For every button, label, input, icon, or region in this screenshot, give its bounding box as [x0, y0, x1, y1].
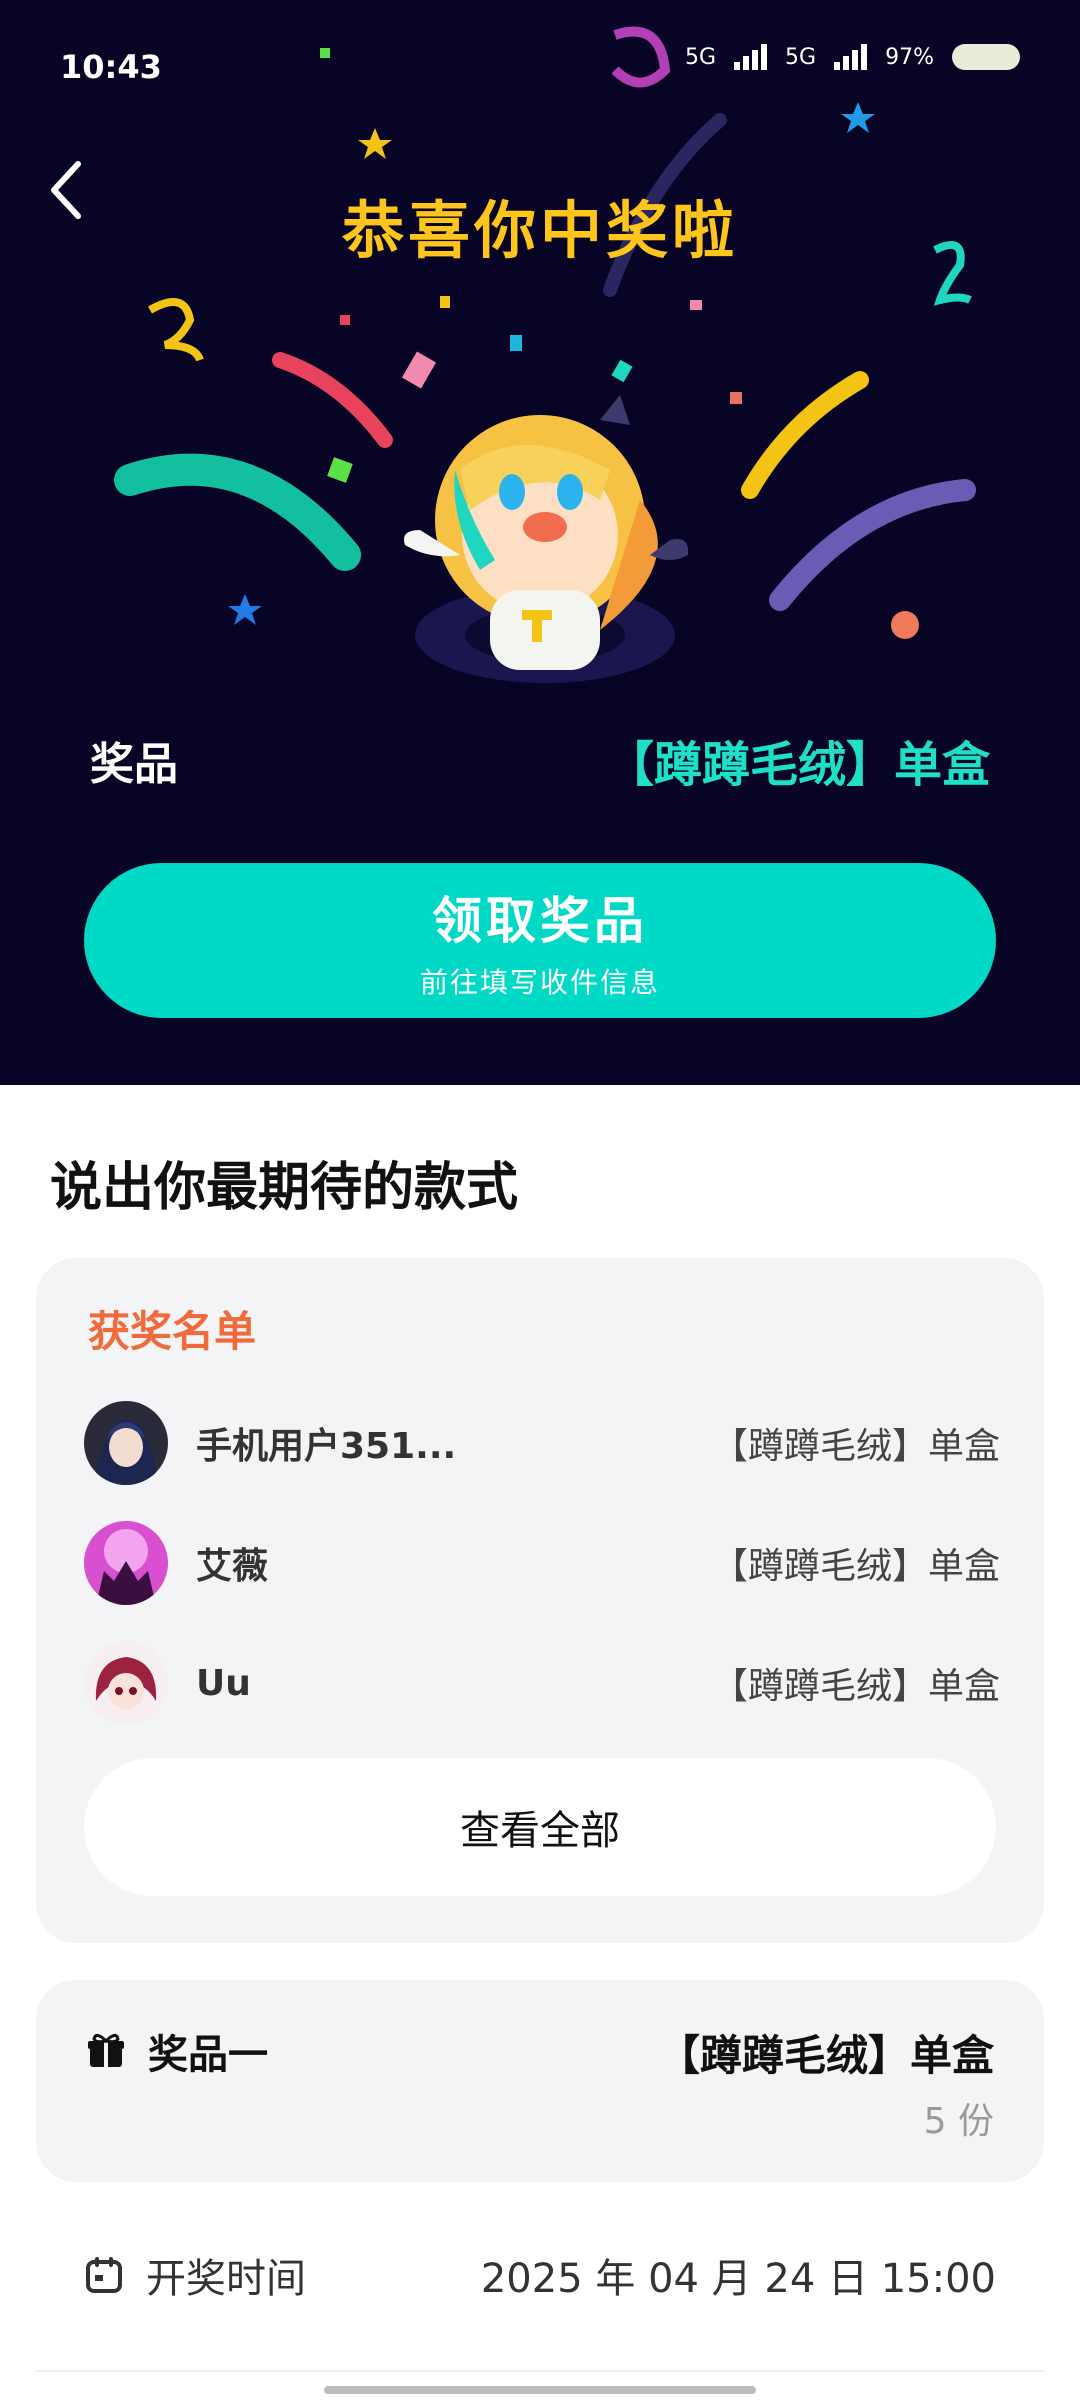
section-title: 说出你最期待的款式 — [50, 1158, 519, 1218]
prize-card-header: 奖品一 — [86, 2022, 268, 2080]
winner-row: 手机用户351... 【蹲蹲毛绒】单盒 — [84, 1398, 1000, 1488]
winners-card: 获奖名单 手机用户351... 【蹲蹲毛绒】单盒 艾薇 【蹲蹲毛绒】单盒 Uu … — [36, 1258, 1044, 1943]
status-icons: 5G 5G 97% — [685, 44, 1020, 70]
draw-time-value: 2025 年 04 月 24 日 15:00 — [480, 2256, 996, 2302]
battery-icon — [952, 44, 1020, 70]
network-label-1: 5G — [685, 44, 717, 70]
winner-name: Uu — [196, 1662, 251, 1704]
prize-card-label: 奖品一 — [148, 2032, 268, 2078]
prize-label: 奖品 — [90, 739, 178, 790]
draw-time-label: 开奖时间 — [146, 2256, 306, 2302]
winner-prize: 【蹲蹲毛绒】单盒 — [711, 1666, 1000, 1707]
claim-prize-button[interactable]: 领取奖品 前往填写收件信息 — [84, 863, 996, 1018]
status-time: 10:43 — [60, 48, 162, 86]
claim-prize-label: 领取奖品 — [432, 891, 648, 950]
draw-time-header: 开奖时间 — [84, 2246, 306, 2304]
divider — [36, 2370, 1044, 2372]
avatar — [84, 1521, 168, 1605]
avatar — [84, 1401, 168, 1485]
calendar-icon — [86, 2257, 122, 2293]
signal-icon — [734, 44, 768, 70]
hero-title: 恭喜你中奖啦 — [341, 194, 738, 267]
battery-percent: 97% — [885, 44, 934, 70]
winner-prize: 【蹲蹲毛绒】单盒 — [711, 1546, 1000, 1587]
winner-prize: 【蹲蹲毛绒】单盒 — [711, 1426, 1000, 1467]
avatar — [84, 1641, 168, 1725]
prize-row: 奖品 【蹲蹲毛绒】单盒 — [90, 730, 990, 793]
home-indicator[interactable] — [324, 2386, 756, 2394]
prize-card-count: 5 份 — [923, 2101, 994, 2142]
prize-card: 奖品一 【蹲蹲毛绒】单盒 5 份 — [36, 1980, 1044, 2182]
winner-row: Uu 【蹲蹲毛绒】单盒 — [84, 1638, 1000, 1728]
draw-time-row: 开奖时间 2025 年 04 月 24 日 15:00 — [84, 2245, 996, 2305]
winner-name: 艾薇 — [196, 1546, 269, 1587]
view-all-button[interactable]: 查看全部 — [84, 1758, 996, 1896]
winners-heading: 获奖名单 — [88, 1307, 257, 1356]
network-label-2: 5G — [785, 44, 817, 70]
signal-icon-2 — [834, 44, 868, 70]
gift-icon — [88, 2034, 124, 2067]
winner-row: 艾薇 【蹲蹲毛绒】单盒 — [84, 1518, 1000, 1608]
hero-banner: 10:43 5G 5G 97% 恭喜你中奖啦 奖品 【蹲蹲毛绒】单盒 领取奖品 … — [0, 0, 1080, 1085]
winner-name: 手机用户351... — [196, 1426, 457, 1467]
prize-value: 【蹲蹲毛绒】单盒 — [605, 737, 990, 793]
status-bar: 10:43 5G 5G 97% — [0, 0, 1080, 130]
prize-card-value: 【蹲蹲毛绒】单盒 — [657, 2031, 994, 2080]
claim-prize-sublabel: 前往填写收件信息 — [419, 965, 660, 999]
